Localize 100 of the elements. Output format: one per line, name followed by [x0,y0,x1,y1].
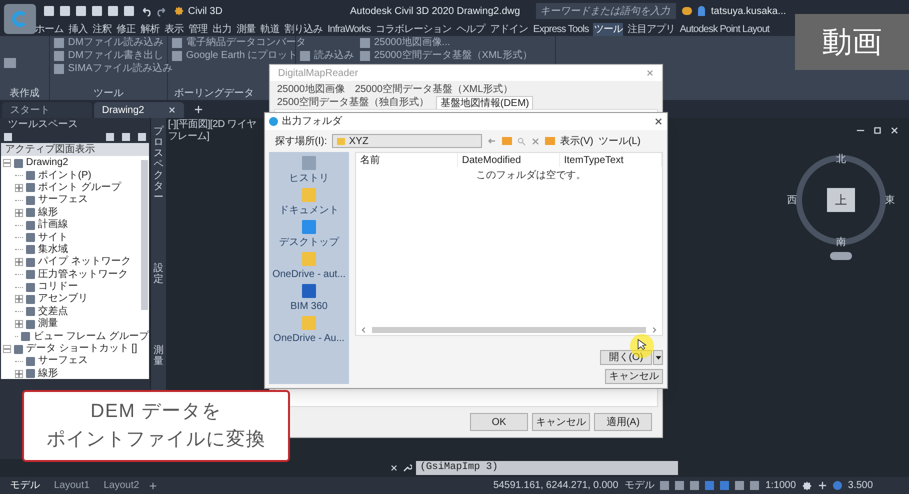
gear-icon[interactable] [802,480,812,490]
back-icon[interactable] [487,136,497,146]
place-item[interactable]: デスクトップ [279,237,339,249]
ribbon-tab[interactable]: 注目アプリ [626,22,676,36]
delete-icon[interactable] [531,136,540,146]
place-item[interactable]: OneDrive - Au... [273,333,345,345]
ribbon-tab[interactable]: アドイン [489,22,530,36]
close-icon[interactable] [654,117,663,126]
cancel-button[interactable]: キャンセル [605,369,663,384]
column-header[interactable]: ItemTypeText [560,153,662,167]
tree-item[interactable]: サーフェス [38,194,88,206]
ribbon-button[interactable]: 電子納品データコンバータ [186,37,306,49]
ribbon-tab[interactable]: 解析 [140,22,160,36]
scroll-left-icon[interactable] [360,326,368,334]
ribbon-tab[interactable]: 割り込み [284,22,324,36]
dialog-button[interactable]: 適用(A) [594,413,652,431]
ribbon-tab[interactable]: 挿入 [68,22,88,36]
expand-icon[interactable] [15,295,23,304]
place-item[interactable]: ドキュメント [279,205,339,217]
tools-menu[interactable]: ツール(L) [598,134,641,148]
expand-icon[interactable] [15,258,23,266]
side-tab[interactable]: 設定 [154,263,164,285]
document-tab[interactable]: スタート [2,102,92,118]
place-item[interactable]: OneDrive - aut... [272,269,346,281]
workspace-selector[interactable]: Civil 3D [174,4,284,18]
scroll-right-icon[interactable] [650,326,658,334]
tree-item[interactable]: 圧力管ネットワーク [38,268,128,281]
open-button[interactable]: 開く(O) [600,350,652,365]
layout-tab[interactable]: Layout1 [50,478,94,493]
document-tab[interactable]: Drawing2 [94,102,184,118]
tree-item[interactable]: サイト [38,232,68,244]
column-header[interactable]: DateModified [458,153,560,167]
tree-item[interactable]: 線形 [38,368,58,379]
tree-item[interactable]: Drawing2 [26,157,68,170]
tree-item[interactable]: パイプ ネットワーク [38,256,131,268]
scrollbar-thumb[interactable] [372,327,646,333]
ribbon-tab[interactable]: ヘルプ [456,22,486,36]
ribbon-tab[interactable]: Autodesk Point Layout [678,22,770,36]
dialog-tab[interactable]: 2500空間データ基盤（独自形式） [274,96,432,109]
view-dropdown[interactable]: アクティブ図面表示 [1,143,149,156]
dialog-tab[interactable]: 25000地図画像 [274,83,348,96]
ribbon-button[interactable]: 25000地図画像... [374,37,450,49]
add-layout-icon[interactable] [149,482,158,490]
tree-item[interactable]: アセンブリ [38,293,88,306]
ribbon-tab[interactable]: 測量 [236,22,256,36]
dialog-button[interactable]: キャンセル [532,413,590,431]
expand-icon[interactable] [15,370,23,378]
ribbon-button[interactable]: DMファイル書き出し [68,50,164,62]
ribbon-tab[interactable]: コラボレーション [374,22,453,36]
dropdown-button[interactable] [653,350,663,365]
ribbon-tab[interactable]: 軌道 [260,22,280,36]
ribbon-tab[interactable]: 表示 [164,22,184,36]
view-menu[interactable]: 表示(V) [560,134,594,148]
tree-item[interactable]: ポイント グループ [38,182,121,194]
column-header[interactable]: 名前 [356,153,458,167]
collapse-icon[interactable] [3,345,11,354]
ribbon-tab[interactable]: 注釈 [92,22,112,36]
tree-item[interactable]: 測量 [38,318,58,330]
viewcube-face[interactable]: 上 [827,188,855,212]
ribbon-tab[interactable]: InfraWorks [326,22,372,36]
layout-tab[interactable]: モデル [6,478,44,493]
tree-item[interactable]: 交差点 [38,306,68,318]
dialog-button[interactable]: OK [470,413,528,431]
undo-icon[interactable] [140,6,151,16]
ribbon-button[interactable]: Google Earth にプロット [186,50,298,62]
ribbon-tab[interactable]: Express Tools [532,22,590,36]
tree-item[interactable]: 計画線 [38,219,68,232]
redo-icon[interactable] [157,6,168,16]
dialog-tab[interactable]: 25000空間データ基盤（XML形式） [352,83,516,96]
ribbon-tab[interactable]: 修正 [116,22,136,36]
ribbon-tab[interactable]: 管理 [188,22,208,36]
ribbon-tab[interactable]: 出力 [212,22,232,36]
add-tab-icon[interactable] [194,104,203,114]
plus-icon[interactable] [818,481,827,490]
search-field[interactable]: キーワードまたは語句を入力 [536,3,676,19]
side-tab[interactable]: プロスペクター [154,126,164,203]
tree-item[interactable]: コリドー [38,281,78,294]
tree-item[interactable]: ポイント(P) [38,170,92,182]
ribbon-button[interactable]: DMファイル読み込み [68,37,164,49]
side-tab[interactable]: 測量 [154,345,164,367]
viewport-label[interactable]: [-][平面図][2D ワイヤフレーム] [168,119,260,143]
expand-icon[interactable] [15,208,23,217]
expand-icon[interactable] [15,184,23,192]
tree-item[interactable]: ビュー フレーム グループ [33,330,149,343]
tree-item[interactable]: 線形 [38,206,58,219]
user-name[interactable]: tatsuya.kusaka... [711,4,786,18]
scale-selector[interactable]: 1:1000 [765,478,796,493]
restore-icon[interactable] [873,126,882,135]
ribbon-tab[interactable]: ツール [592,22,624,36]
tree-item[interactable]: データ ショートカット [] [26,343,138,356]
ribbon-button[interactable]: 読み込み [314,50,354,62]
space-toggle[interactable]: モデル [624,478,654,493]
place-item[interactable]: BIM 360 [290,301,328,313]
tree-item[interactable]: 集水域 [38,244,68,256]
dialog-tab[interactable]: 基盤地図情報(DEM) [436,96,534,109]
expand-icon[interactable] [15,320,23,328]
ribbon-button[interactable]: SIMAファイル読み込み [68,63,172,75]
collapse-icon[interactable] [3,159,11,168]
tree-item[interactable]: サーフェス [38,355,88,368]
place-item[interactable]: ヒストリ [289,173,329,185]
